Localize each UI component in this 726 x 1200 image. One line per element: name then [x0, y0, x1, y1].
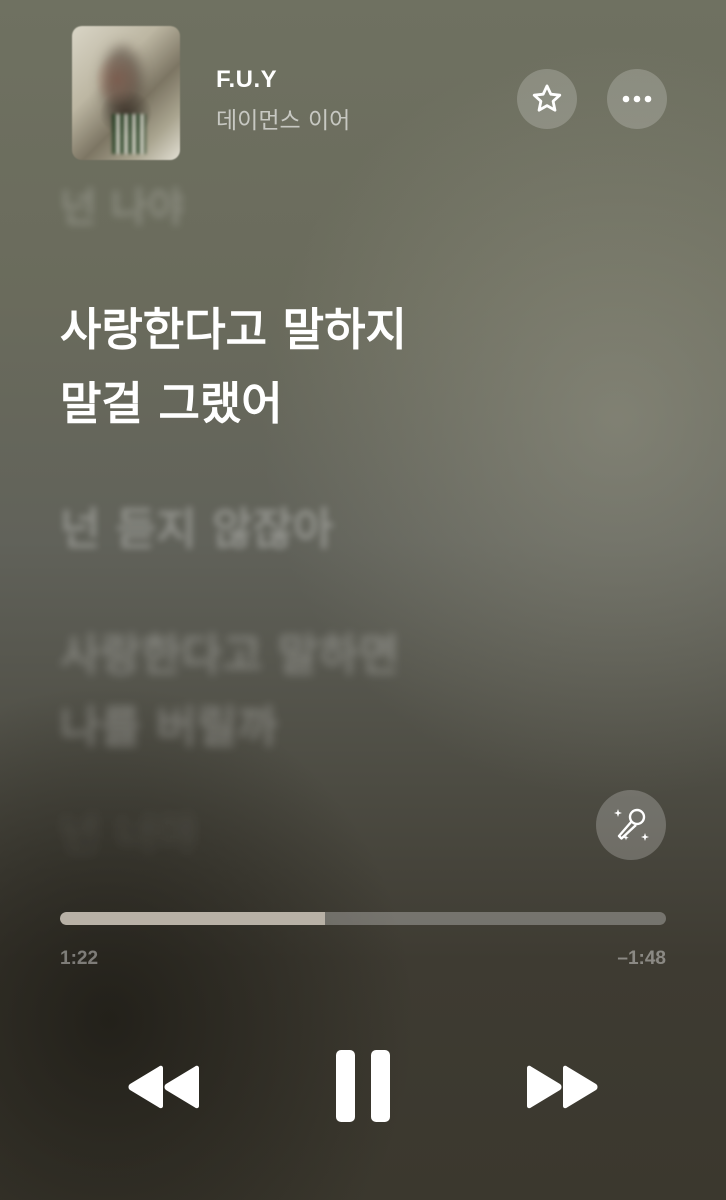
lyric-line-next[interactable]: 사랑한다고 말하면 나를 버릴까	[60, 620, 399, 764]
more-options-button[interactable]	[607, 69, 667, 129]
sing-button[interactable]	[596, 790, 666, 860]
song-title[interactable]: F.U.Y	[216, 66, 277, 94]
artwork-shade	[102, 46, 142, 116]
fast-forward-button[interactable]	[520, 1060, 604, 1114]
pause-button[interactable]	[330, 1046, 396, 1126]
progress-bar[interactable]	[60, 912, 666, 925]
elapsed-time: 1:22	[60, 948, 99, 969]
favorite-button[interactable]	[517, 69, 577, 129]
artwork-stripe	[112, 114, 146, 154]
microphone-sparkle-icon	[614, 808, 649, 841]
progress-fill	[60, 912, 325, 925]
lyric-line-previous[interactable]: 넌 나야	[60, 185, 184, 231]
pause-icon	[336, 1050, 390, 1122]
lyric-line-next[interactable]: 넌 듣지 않잖아	[60, 500, 334, 560]
lyric-line-current[interactable]: 사랑한다고 말하지 말걸 그랬어	[60, 293, 700, 441]
rewind-icon	[128, 1065, 199, 1109]
star-icon	[532, 84, 562, 112]
artist-name[interactable]: 데이먼스 이어	[216, 101, 350, 135]
fast-forward-icon	[527, 1065, 598, 1109]
lyric-line-next[interactable]: 넌 너야	[60, 805, 197, 865]
album-artwork[interactable]	[72, 26, 180, 160]
remaining-time: –1:48	[617, 948, 666, 969]
rewind-button[interactable]	[122, 1060, 206, 1114]
ellipsis-icon	[622, 95, 652, 103]
